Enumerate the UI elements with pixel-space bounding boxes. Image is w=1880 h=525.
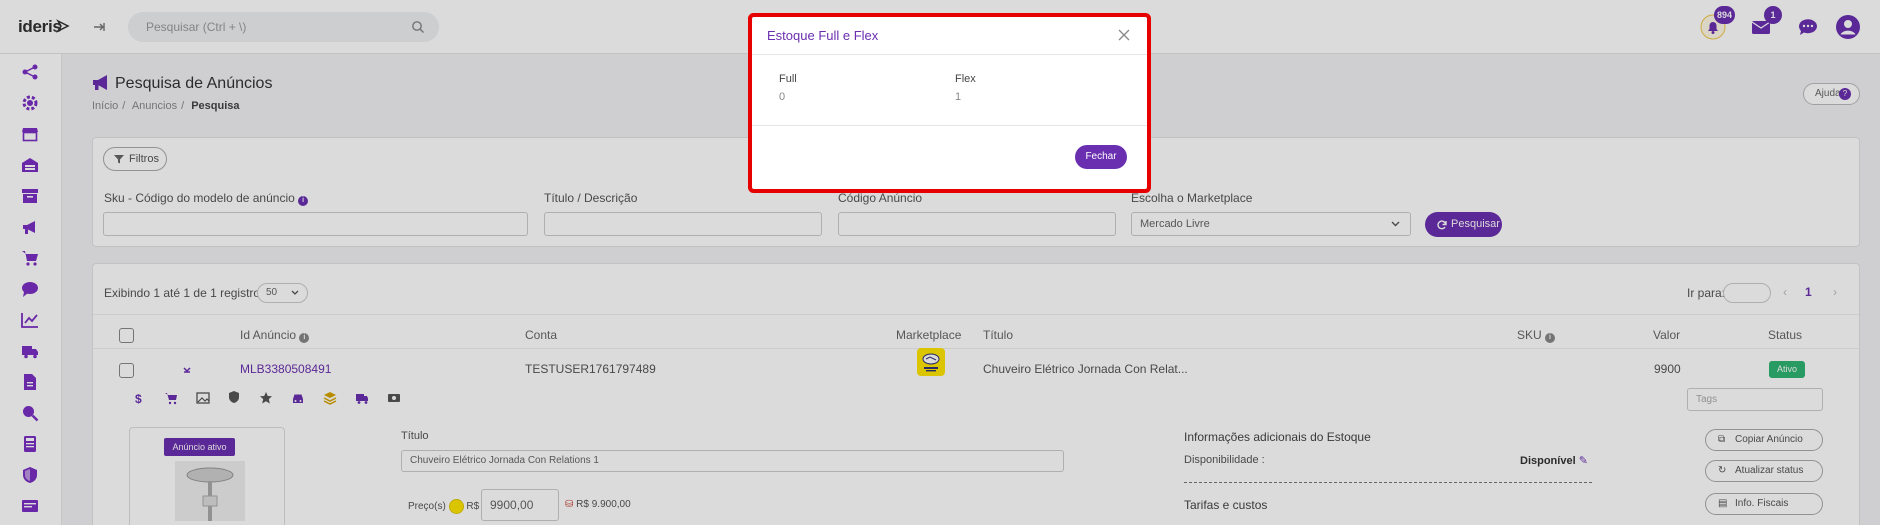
full-label: Full xyxy=(779,73,797,85)
full-value: 0 xyxy=(779,91,786,103)
close-button[interactable]: Fechar xyxy=(1075,145,1127,169)
stock-full-flex-modal: Estoque Full e Flex Full 0 Flex 1 Fechar xyxy=(752,17,1147,189)
modal-title: Estoque Full e Flex xyxy=(767,28,879,43)
close-icon[interactable] xyxy=(1117,28,1131,42)
modal-header: Estoque Full e Flex xyxy=(752,17,1147,55)
app-page: ideris 894 1 xyxy=(0,0,1880,525)
modal-divider xyxy=(752,125,1147,126)
flex-value: 1 xyxy=(955,91,962,103)
flex-label: Flex xyxy=(955,73,976,85)
